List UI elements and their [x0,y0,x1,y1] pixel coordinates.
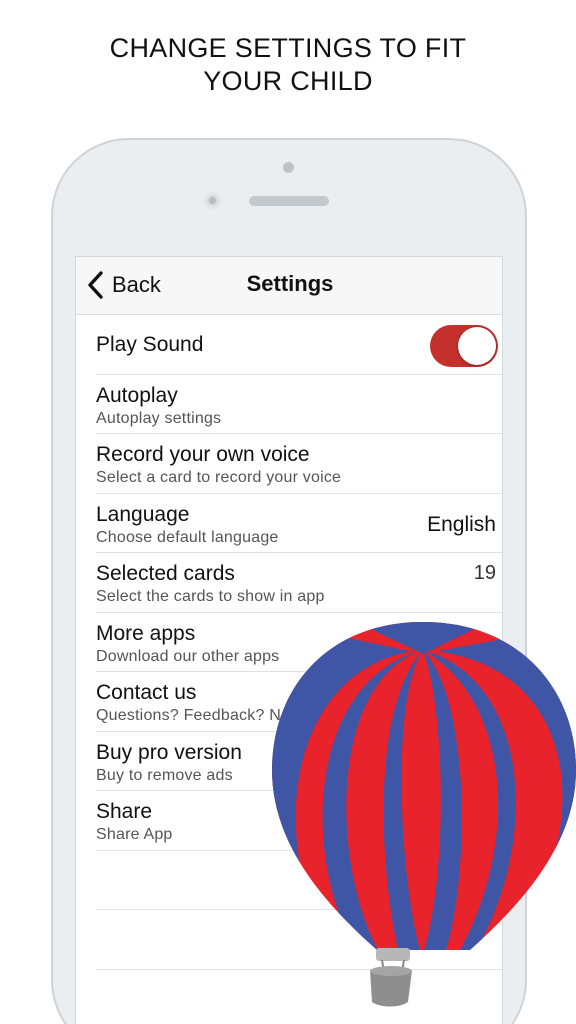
settings-row-record-voice[interactable]: Record your own voice Select a card to r… [96,434,502,494]
settings-row-language[interactable]: Language Choose default language English [96,494,502,553]
settings-row-autoplay[interactable]: Autoplay Autoplay settings [96,375,502,434]
row-subtitle: Select the cards to show in app [96,588,325,605]
row-title: Contact us [96,681,197,704]
row-subtitle: Autoplay settings [96,409,222,427]
row-subtitle: Share App [96,826,173,843]
row-subtitle: Choose default language [96,528,279,546]
row-title: Play Sound [96,333,204,356]
promo-headline-line-1: CHANGE SETTINGS TO FIT [109,33,467,63]
nav-bar: Back Settings [76,257,502,315]
row-title: Record your own voice [96,443,310,466]
row-title: Buy pro version [96,740,242,764]
row-subtitle: Buy to remove ads [96,766,233,784]
row-title: Share [96,800,153,823]
row-title: Language [96,502,190,526]
row-title: Autoplay [96,383,178,407]
settings-row-play-sound: Play Sound [96,315,502,375]
play-sound-toggle[interactable] [430,325,498,367]
page-title: Settings [246,271,334,296]
phone-speaker [249,196,329,206]
selected-cards-count: 19 [473,562,496,584]
phone-camera [204,192,221,209]
settings-row-selected-cards[interactable]: Selected cards Select the cards to show … [96,553,502,613]
promo-headline: CHANGE SETTINGS TO FIT YOUR CHILD [0,32,576,98]
row-title: More apps [96,621,196,645]
language-value: English [427,512,496,536]
toggle-knob [458,327,496,365]
row-subtitle: Select a card to record your voice [96,469,342,486]
phone-sensor-dot [283,162,294,173]
row-subtitle: Questions? Feedback? N [96,707,281,724]
row-subtitle: Download our other apps [96,647,280,665]
hot-air-balloon-icon [272,622,576,1007]
row-title: Selected cards [96,562,235,585]
promo-headline-line-2: YOUR CHILD [203,66,373,96]
